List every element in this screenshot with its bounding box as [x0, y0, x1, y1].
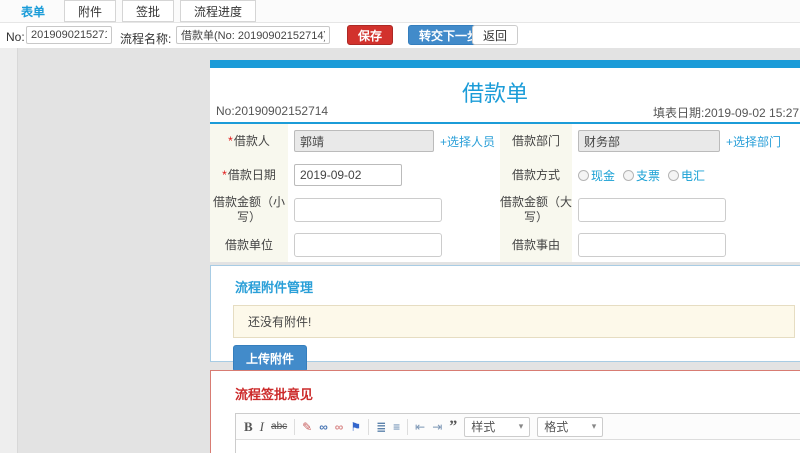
tab-approval[interactable]: 签批: [122, 0, 175, 22]
required-mark: *: [228, 133, 233, 148]
editor-content-area[interactable]: [236, 440, 800, 453]
amount-uppercase-cell: [572, 192, 800, 228]
link-icon[interactable]: ∞: [319, 421, 328, 433]
amount-lowercase-label: 借款金额（小写）: [210, 192, 288, 228]
department-input[interactable]: [578, 130, 720, 152]
department-cell: +选择部门: [572, 124, 800, 158]
format-dropdown[interactable]: 格式 ▾: [537, 416, 604, 437]
borrow-reason-label: 借款事由: [500, 228, 572, 262]
department-label: 借款部门: [500, 124, 572, 158]
table-row: 借款金额（小写） 借款金额（大写）: [210, 192, 800, 228]
approval-heading: 流程签批意见: [235, 387, 314, 402]
payment-method-radio-group: 现金 支票 电汇: [578, 167, 705, 184]
tab-progress[interactable]: 流程进度: [180, 0, 257, 22]
style-dropdown[interactable]: 样式 ▾: [464, 416, 531, 437]
unlink-icon[interactable]: ∞: [335, 421, 344, 433]
amount-uppercase-label: 借款金额（大写）: [500, 192, 572, 228]
numbered-list-icon[interactable]: ≣: [376, 421, 386, 433]
page-title: 借款单: [461, 81, 528, 106]
no-label: No:: [6, 30, 25, 44]
borrow-unit-cell: [288, 228, 500, 262]
table-row: *借款日期 借款方式 现金 支票: [210, 158, 800, 192]
form-meta-row: No:20190902152714 填表日期:2019-09-02 15:27:…: [210, 104, 800, 120]
borrower-label: *借款人: [210, 124, 288, 158]
anchor-flag-icon[interactable]: ⚑: [350, 421, 361, 433]
back-button[interactable]: 返回: [472, 25, 519, 45]
control-row: No: 流程名称: 保存 转交下一步 返回: [0, 23, 800, 48]
approval-panel: 流程签批意见 B I abc ✎ ∞ ∞ ⚑ ≣ ≡ ⇤ ⇥ ” 样式 ▾ 格式…: [210, 370, 800, 453]
no-input[interactable]: [26, 26, 112, 44]
payment-method-label: 借款方式: [500, 158, 572, 192]
document-number: No:20190902152714: [216, 104, 329, 118]
radio-button-icon[interactable]: [668, 169, 680, 181]
radio-button-icon[interactable]: [578, 169, 589, 181]
borrow-date-label: *借款日期: [210, 158, 288, 192]
remove-format-icon[interactable]: ✎: [302, 421, 312, 433]
panel-top-bar: [210, 60, 800, 68]
attachments-heading: 流程附件管理: [235, 280, 314, 295]
amount-lowercase-cell: [288, 192, 500, 228]
amount-uppercase-input[interactable]: [578, 198, 726, 222]
table-row: 借款单位 借款事由: [210, 228, 800, 262]
toolbar-separator: [368, 418, 370, 435]
radio-wire-transfer-label: 电汇: [681, 168, 706, 183]
borrow-date-cell: [288, 158, 500, 192]
borrow-date-input[interactable]: [294, 164, 402, 186]
loan-form-panel: 借款单 No:20190902152714 填表日期:2019-09-02 15…: [210, 60, 800, 262]
payment-method-cell: 现金 支票 电汇: [572, 158, 800, 192]
select-person-link[interactable]: +选择人员: [440, 133, 495, 150]
attachments-panel: 流程附件管理 还没有附件! 上传附件: [210, 265, 800, 372]
borrow-reason-input[interactable]: [578, 233, 726, 257]
radio-check-label: 支票: [636, 168, 661, 183]
tab-bar: 表单 附件 签批 流程进度: [0, 0, 800, 23]
chevron-down-icon: ▾: [518, 421, 524, 431]
process-name-label: 流程名称:: [120, 32, 172, 46]
upload-attachment-button[interactable]: 上传附件: [233, 345, 308, 372]
outdent-icon[interactable]: ⇤: [415, 421, 425, 433]
radio-check[interactable]: 支票: [623, 167, 660, 184]
chevron-down-icon: ▾: [591, 421, 597, 431]
rich-text-editor: B I abc ✎ ∞ ∞ ⚑ ≣ ≡ ⇤ ⇥ ” 样式 ▾ 格式 ▾: [235, 413, 800, 453]
toolbar-separator: [407, 418, 409, 435]
borrower-cell: +选择人员: [288, 124, 500, 158]
amount-lowercase-input[interactable]: [294, 198, 442, 222]
strikethrough-icon[interactable]: abc: [271, 421, 287, 432]
editor-toolbar: B I abc ✎ ∞ ∞ ⚑ ≣ ≡ ⇤ ⇥ ” 样式 ▾ 格式 ▾: [236, 414, 800, 440]
borrower-input[interactable]: [294, 130, 434, 152]
italic-icon[interactable]: I: [260, 420, 264, 433]
radio-button-icon[interactable]: [623, 169, 635, 181]
loan-form-table: *借款人 +选择人员 借款部门 +选择部门 *借款日期 借款方式: [210, 124, 800, 262]
select-department-link[interactable]: +选择部门: [726, 133, 781, 150]
borrow-unit-input[interactable]: [294, 233, 442, 257]
no-attachment-notice: 还没有附件!: [233, 305, 795, 338]
bold-icon[interactable]: B: [244, 420, 253, 433]
borrow-reason-cell: [572, 228, 800, 262]
required-mark: *: [222, 167, 227, 182]
blockquote-icon[interactable]: ”: [449, 418, 457, 435]
toolbar-separator: [294, 418, 296, 435]
radio-wire-transfer[interactable]: 电汇: [668, 167, 705, 184]
process-name-input[interactable]: [176, 26, 330, 44]
table-row: *借款人 +选择人员 借款部门 +选择部门: [210, 124, 800, 158]
tab-attachments[interactable]: 附件: [64, 0, 117, 22]
indent-icon[interactable]: ⇥: [432, 421, 442, 433]
left-rail: [0, 48, 18, 453]
borrow-unit-label: 借款单位: [210, 228, 288, 262]
style-dropdown-label: 样式: [471, 420, 496, 434]
radio-cash-label: 现金: [591, 168, 616, 183]
radio-cash[interactable]: 现金: [578, 167, 615, 184]
fill-date: 填表日期:2019-09-02 15:27:1: [653, 106, 800, 120]
bullet-list-icon[interactable]: ≡: [393, 421, 400, 433]
save-button[interactable]: 保存: [347, 25, 394, 45]
tab-form[interactable]: 表单: [8, 0, 58, 22]
format-dropdown-label: 格式: [544, 420, 569, 434]
